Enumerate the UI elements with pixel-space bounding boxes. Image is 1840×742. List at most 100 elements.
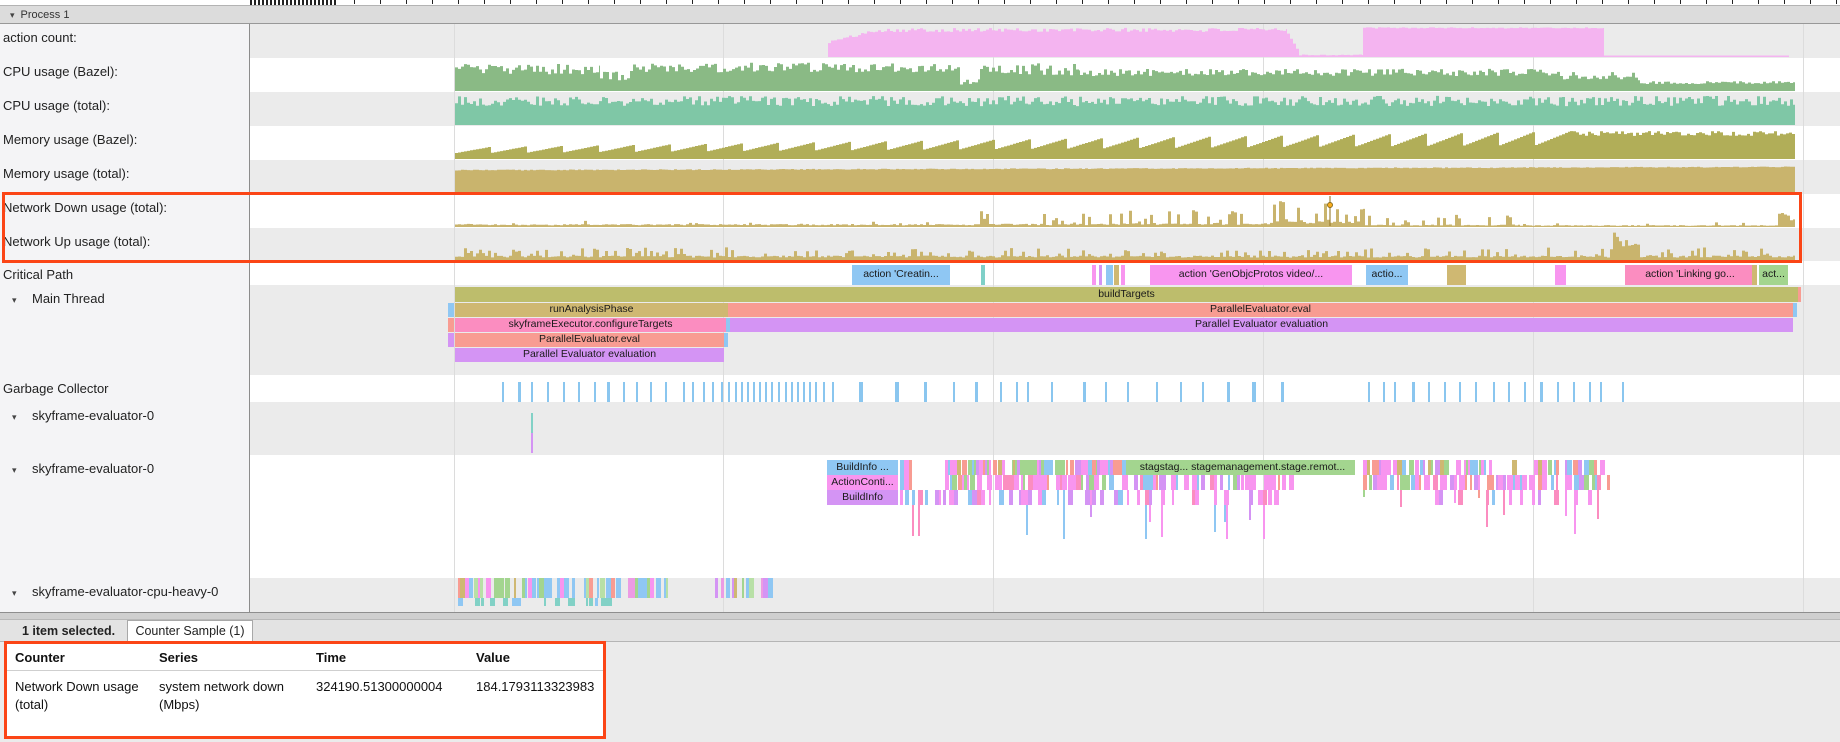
- trace-slice[interactable]: [1274, 490, 1279, 505]
- trace-slice[interactable]: [1068, 490, 1073, 505]
- trace-slice[interactable]: [1458, 490, 1463, 505]
- gc-slice[interactable]: [924, 382, 927, 402]
- trace-span[interactable]: [448, 303, 454, 317]
- trace-slice[interactable]: [597, 578, 599, 598]
- trace-slice[interactable]: [749, 578, 754, 598]
- trace-slice[interactable]: [1268, 490, 1272, 505]
- trace-span[interactable]: [1114, 265, 1119, 285]
- trace-slice[interactable]: [589, 598, 593, 606]
- gc-slice[interactable]: [721, 382, 723, 402]
- trace-span[interactable]: [724, 333, 728, 347]
- trace-slice[interactable]: [742, 578, 744, 598]
- gc-slice[interactable]: [765, 382, 767, 402]
- trace-slice[interactable]: [555, 598, 560, 606]
- trace-slice[interactable]: [1278, 475, 1280, 490]
- trace-slice[interactable]: [1057, 490, 1059, 505]
- trace-slice[interactable]: [1109, 475, 1114, 490]
- trace-slice[interactable]: [1184, 475, 1189, 490]
- trace-span[interactable]: BuildInfo ...: [827, 460, 898, 475]
- gc-slice[interactable]: [759, 382, 761, 402]
- gc-slice[interactable]: [547, 382, 549, 402]
- trace-slice[interactable]: [1197, 475, 1199, 490]
- trace-slice[interactable]: [1588, 490, 1592, 505]
- trace-slice[interactable]: [564, 578, 569, 598]
- gc-slice[interactable]: [1573, 382, 1575, 402]
- gc-slice[interactable]: [1589, 382, 1591, 402]
- trace-slice[interactable]: [1390, 475, 1394, 490]
- trace-slice[interactable]: [611, 578, 615, 598]
- trace-slice[interactable]: [1363, 475, 1367, 490]
- trace-slice[interactable]: [1066, 460, 1068, 475]
- trace-slice[interactable]: [945, 475, 949, 490]
- counter-series-cpu-usage-bazel[interactable]: [455, 63, 1795, 91]
- trace-slice[interactable]: [1574, 490, 1578, 505]
- trace-span[interactable]: Parallel Evaluator evaluation: [730, 318, 1793, 332]
- gc-slice[interactable]: [1051, 382, 1053, 402]
- trace-slice[interactable]: [1548, 460, 1552, 475]
- trace-slice[interactable]: [970, 475, 975, 490]
- trace-slice[interactable]: [1454, 475, 1457, 490]
- trace-slice[interactable]: [1272, 475, 1276, 490]
- trace-span[interactable]: skyframeExecutor.configureTargets: [455, 318, 726, 332]
- trace-span[interactable]: act...: [1759, 265, 1788, 285]
- gc-slice[interactable]: [778, 382, 780, 402]
- gc-slice[interactable]: [518, 382, 521, 402]
- gc-slice[interactable]: [1000, 382, 1002, 402]
- gc-slice[interactable]: [1557, 382, 1559, 402]
- trace-slice[interactable]: [1402, 460, 1406, 475]
- trace-slice[interactable]: [972, 460, 974, 475]
- trace-slice[interactable]: [1492, 475, 1494, 490]
- trace-span[interactable]: ActionConti...: [827, 475, 898, 490]
- trace-slice[interactable]: [1520, 490, 1523, 505]
- trace-slice[interactable]: [1214, 490, 1217, 505]
- trace-span[interactable]: [448, 318, 454, 332]
- trace-slice[interactable]: [1551, 475, 1554, 490]
- collapse-triangle-icon[interactable]: ▾: [3, 295, 32, 306]
- gc-slice[interactable]: [1524, 382, 1526, 402]
- trace-slice[interactable]: [1126, 460, 1128, 475]
- trace-slice[interactable]: [1465, 475, 1467, 490]
- trace-slice[interactable]: [1134, 475, 1138, 490]
- gc-slice[interactable]: [1202, 382, 1204, 402]
- trace-slice[interactable]: [1060, 460, 1065, 475]
- gc-slice[interactable]: [1368, 382, 1370, 402]
- gc-slice[interactable]: [832, 382, 834, 402]
- trace-slice[interactable]: [1443, 475, 1447, 490]
- trace-slice[interactable]: [726, 578, 730, 598]
- counter-series-action-count[interactable]: [828, 27, 1789, 57]
- trace-slice[interactable]: [666, 578, 668, 598]
- trace-slice[interactable]: [1002, 460, 1005, 475]
- trace-slice[interactable]: [1419, 475, 1421, 490]
- gc-slice[interactable]: [1083, 382, 1086, 402]
- gc-slice[interactable]: [975, 382, 978, 402]
- trace-slice[interactable]: [1397, 475, 1399, 490]
- trace-slice[interactable]: [469, 578, 473, 598]
- gc-slice[interactable]: [692, 382, 694, 402]
- trace-slice[interactable]: [1249, 490, 1253, 505]
- trace-slice[interactable]: [589, 578, 593, 598]
- trace-slice[interactable]: [650, 578, 654, 598]
- trace-slice[interactable]: [768, 578, 773, 598]
- trace-slice[interactable]: [1070, 460, 1074, 475]
- trace-slice[interactable]: [544, 598, 546, 606]
- counter-series-cpu-usage-total[interactable]: [455, 96, 1795, 125]
- gc-slice[interactable]: [607, 382, 610, 402]
- trace-slice[interactable]: [656, 578, 661, 598]
- counter-series-memory-usage-bazel[interactable]: [455, 131, 1795, 159]
- trace-slice[interactable]: [1415, 460, 1419, 475]
- trace-slice[interactable]: [1149, 490, 1152, 505]
- trace-slice[interactable]: [525, 578, 527, 598]
- trace-span[interactable]: [531, 433, 533, 453]
- gc-slice[interactable]: [859, 382, 863, 402]
- trace-slice[interactable]: [1062, 475, 1067, 490]
- trace-slice[interactable]: [595, 598, 598, 606]
- trace-slice[interactable]: [514, 578, 516, 598]
- gc-slice[interactable]: [1252, 382, 1256, 402]
- trace-span[interactable]: [981, 265, 985, 285]
- trace-slice[interactable]: [993, 460, 997, 475]
- trace-slice[interactable]: [1092, 460, 1096, 475]
- track-label-11[interactable]: ▾skyframe-evaluator-0: [0, 455, 249, 578]
- trace-span[interactable]: BuildInfo: [827, 490, 898, 505]
- gc-slice[interactable]: [1600, 382, 1602, 402]
- trace-slice[interactable]: [1156, 475, 1158, 490]
